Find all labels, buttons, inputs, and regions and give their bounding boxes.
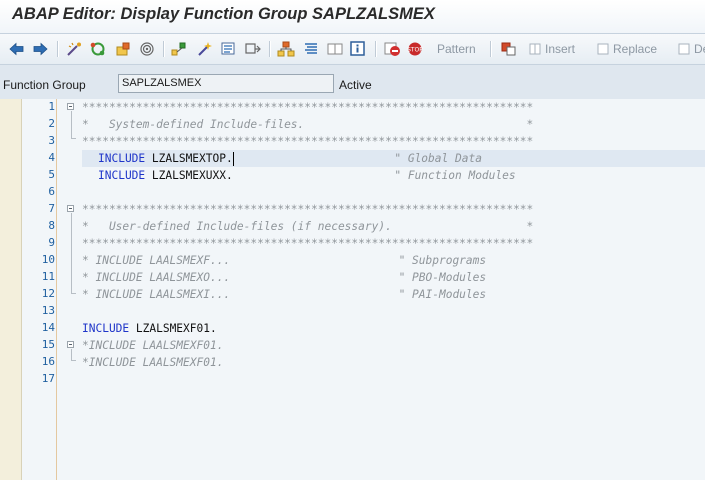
delete-button[interactable]: De bbox=[678, 40, 705, 58]
fold-toggle-icon[interactable] bbox=[67, 103, 74, 110]
pattern-label: Pattern bbox=[437, 42, 476, 56]
line-number: 5 bbox=[48, 168, 55, 181]
code-line: * INCLUDE LAALSMEXI... " PAI-Modules bbox=[82, 288, 487, 301]
text-cursor bbox=[233, 152, 234, 166]
window-title: ABAP Editor: Display Function Group SAPL… bbox=[12, 5, 435, 23]
replace-icon bbox=[597, 43, 609, 54]
line-number: 2 bbox=[48, 117, 55, 130]
keyword: INCLUDE bbox=[82, 322, 130, 335]
line-number: 9 bbox=[48, 236, 55, 249]
line-number: 15 bbox=[41, 338, 55, 351]
pattern-button[interactable]: Pattern bbox=[437, 40, 476, 58]
navigation-window-icon[interactable] bbox=[244, 40, 262, 58]
line-number: 6 bbox=[48, 185, 55, 198]
keyword: INCLUDE bbox=[98, 152, 146, 165]
keyword: INCLUDE bbox=[98, 169, 146, 182]
code-line: *INCLUDE LAALSMEXF01. bbox=[82, 339, 224, 352]
editor-left-margin bbox=[0, 99, 22, 480]
insert-button[interactable]: Insert bbox=[529, 40, 575, 58]
code-line: ****************************************… bbox=[82, 237, 534, 250]
insert-label: Insert bbox=[545, 42, 576, 56]
code-line: ****************************************… bbox=[82, 101, 534, 114]
code-line: * INCLUDE LAALSMEXF... " Subprograms bbox=[82, 254, 487, 267]
code-line: ****************************************… bbox=[82, 203, 534, 216]
cut-icon[interactable] bbox=[500, 40, 518, 58]
toolbar-separator bbox=[57, 41, 59, 57]
code-line: * User-defined Include-files (if necessa… bbox=[82, 220, 534, 233]
enhance-icon[interactable] bbox=[277, 40, 295, 58]
identifier: LZALSMEXUXX. bbox=[145, 169, 233, 182]
toolbar-separator bbox=[375, 41, 377, 57]
toolbar-separator bbox=[490, 41, 492, 57]
function-group-label: Function Group bbox=[3, 78, 86, 92]
active-inactive-icon[interactable] bbox=[114, 40, 132, 58]
code-line: * INCLUDE LAALSMEXO... " PBO-Modules bbox=[82, 271, 487, 284]
code-line: * System-defined Include-files. * bbox=[82, 118, 534, 131]
line-number-gutter: 1 2 3 4 5 6 7 8 9 10 11 12 13 14 15 16 1… bbox=[22, 99, 57, 480]
line-number: 3 bbox=[48, 134, 55, 147]
line-number: 17 bbox=[41, 372, 55, 385]
line-number: 7 bbox=[48, 202, 55, 215]
display-change-icon[interactable] bbox=[89, 40, 107, 58]
code-line: INCLUDE LZALSMEXUXX. " Function Modules bbox=[82, 167, 516, 184]
toolbar-separator bbox=[269, 41, 271, 57]
breakpoint-icon[interactable]: STOP bbox=[407, 40, 425, 58]
identifier: LZALSMEXF01. bbox=[129, 322, 217, 335]
line-number: 14 bbox=[41, 321, 55, 334]
forward-arrow-icon[interactable] bbox=[32, 40, 48, 58]
code-line: *INCLUDE LAALSMEXF01. bbox=[82, 356, 224, 369]
status-text: Active bbox=[339, 78, 372, 92]
svg-text:STOP: STOP bbox=[407, 47, 423, 54]
toolbar-separator bbox=[163, 41, 165, 57]
line-number: 4 bbox=[48, 151, 55, 164]
code-line: ****************************************… bbox=[82, 135, 534, 148]
identifier: LZALSMEXTOP. bbox=[145, 152, 233, 165]
line-number: 11 bbox=[41, 270, 55, 283]
pretty-printer-icon[interactable] bbox=[302, 40, 320, 58]
fold-toggle-icon[interactable] bbox=[67, 341, 74, 348]
fold-guide-end bbox=[71, 360, 76, 361]
split-screen-icon[interactable] bbox=[326, 40, 344, 58]
replace-button[interactable]: Replace bbox=[597, 40, 657, 58]
replace-label: Replace bbox=[613, 42, 658, 56]
comment: " Global Data bbox=[232, 152, 482, 165]
comment: " Function Modules bbox=[232, 169, 516, 182]
fold-guide bbox=[71, 111, 72, 138]
line-number: 1 bbox=[48, 100, 55, 113]
line-number: 16 bbox=[41, 355, 55, 368]
help-on-icon[interactable] bbox=[350, 40, 366, 58]
delete-icon bbox=[678, 43, 690, 54]
line-number: 10 bbox=[41, 253, 55, 266]
fold-guide bbox=[71, 349, 72, 360]
fold-guide-end bbox=[71, 293, 76, 294]
line-number: 12 bbox=[41, 287, 55, 300]
function-group-field[interactable]: SAPLZALSMEX bbox=[118, 74, 334, 93]
code-line: INCLUDE LZALSMEXF01. bbox=[82, 320, 217, 337]
other-object-icon[interactable] bbox=[66, 40, 84, 58]
title-bar: ABAP Editor: Display Function Group SAPL… bbox=[0, 0, 705, 34]
hierarchy-icon[interactable] bbox=[171, 40, 189, 58]
header-field-row: Function Group SAPLZALSMEX Active bbox=[0, 65, 705, 99]
line-number: 8 bbox=[48, 219, 55, 232]
back-arrow-icon[interactable] bbox=[9, 40, 25, 58]
application-toolbar: STOP Pattern Insert Replace De bbox=[0, 34, 705, 65]
code-line-current: INCLUDE LZALSMEXTOP. " Global Data bbox=[82, 150, 705, 167]
line-number: 13 bbox=[41, 304, 55, 317]
where-used-icon[interactable] bbox=[138, 40, 156, 58]
display-object-list-icon[interactable] bbox=[220, 40, 238, 58]
insert-icon bbox=[529, 43, 541, 54]
fold-guide-end bbox=[71, 138, 76, 139]
delete-label: De bbox=[694, 42, 705, 56]
code-editor[interactable]: 1 2 3 4 5 6 7 8 9 10 11 12 13 14 15 16 1… bbox=[0, 99, 705, 480]
wizard-icon[interactable] bbox=[196, 40, 214, 58]
fold-toggle-icon[interactable] bbox=[67, 205, 74, 212]
fold-guide bbox=[71, 213, 72, 293]
stop-icon[interactable] bbox=[384, 40, 402, 58]
